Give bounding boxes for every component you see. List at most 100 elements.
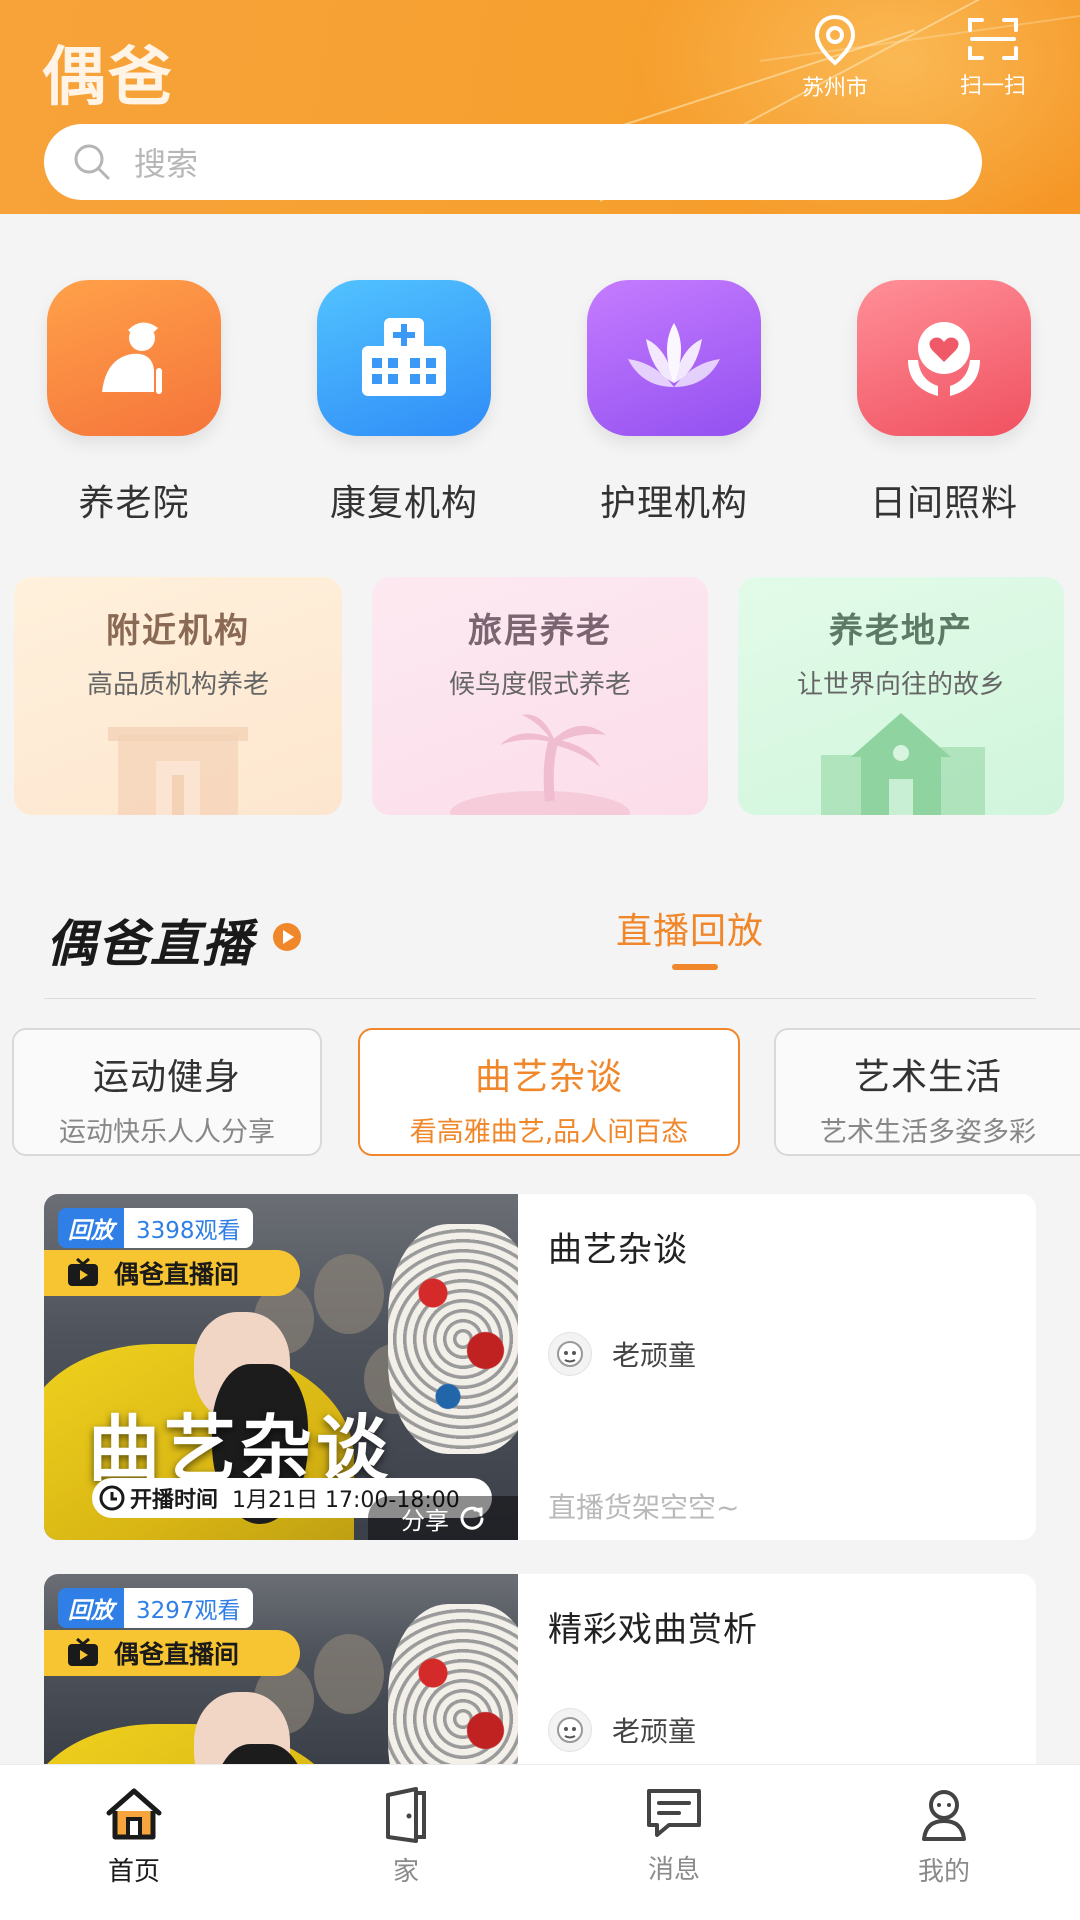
profile-icon (922, 1790, 966, 1841)
view-count: 3398观看 (124, 1208, 253, 1248)
pill-title: 艺术生活 (853, 1057, 1002, 1098)
thumbnail-background (314, 1254, 384, 1334)
video-thumbnail[interactable]: 回放 3398观看 偶爸直播间 曲艺杂谈 开播时间 1月21日 17:00-18… (44, 1194, 518, 1540)
nav-profile[interactable]: 我的 (874, 1785, 1014, 1888)
app-title: 偶爸 (42, 41, 174, 115)
live-section-title: 偶爸直播 (46, 915, 254, 973)
nav-label: 首页 (107, 1857, 160, 1887)
replay-badge: 回放 3297观看 (58, 1588, 253, 1628)
feature-card-travel[interactable]: 旅居养老 候鸟度假式养老 (372, 577, 708, 815)
category-grid: 养老院 康复机构 护理机构 日间照料 (0, 280, 1080, 540)
share-label: 分享 (401, 1506, 449, 1535)
location-button[interactable]: 苏州市 (780, 14, 890, 102)
shelf-status: 直播货架空空~ (548, 1491, 740, 1524)
video-title: 曲艺杂谈 (548, 1230, 688, 1270)
host-name: 老顽童 (612, 1339, 697, 1372)
play-icon (273, 923, 301, 951)
elder-avatar-icon (557, 1717, 583, 1743)
elderly-person-icon (102, 322, 162, 394)
category-label: 护理机构 (599, 483, 748, 524)
feature-card-nearby[interactable]: 附近机构 高品质机构养老 (14, 577, 342, 815)
search-input[interactable]: 搜索 (44, 124, 982, 200)
message-icon (647, 1789, 701, 1837)
house-icon (821, 713, 985, 815)
category-tile (857, 280, 1031, 436)
video-title: 精彩戏曲赏析 (548, 1610, 758, 1650)
filter-pill-art[interactable]: 艺术生活 艺术生活多姿多彩 (774, 1028, 1080, 1156)
category-tile (587, 280, 761, 436)
pill-subtitle: 看高雅曲艺,品人间百态 (409, 1117, 689, 1148)
building-icon (108, 727, 248, 815)
search-icon (74, 144, 110, 180)
video-info: 精彩戏曲赏析 老顽童 (548, 1574, 1036, 1764)
location-label: 苏州市 (801, 76, 868, 101)
feature-subtitle: 候鸟度假式养老 (448, 670, 631, 700)
video-card[interactable]: 回放 3398观看 偶爸直播间 曲艺杂谈 开播时间 1月21日 17:00-18… (44, 1194, 1036, 1540)
tv-icon (68, 1258, 98, 1286)
category-tile (47, 280, 221, 436)
share-button[interactable]: 分享 (368, 1496, 518, 1540)
category-label: 日间照料 (869, 483, 1018, 524)
elder-avatar-icon (557, 1341, 583, 1367)
host-info[interactable]: 老顽童 (548, 1332, 696, 1376)
nav-messages[interactable]: 消息 (604, 1785, 744, 1886)
video-thumbnail[interactable]: 回放 3297观看 偶爸直播间 (44, 1574, 518, 1764)
scan-label: 扫一扫 (959, 74, 1026, 99)
heart-hands-icon (908, 322, 980, 396)
filter-pill-opera[interactable]: 曲艺杂谈 看高雅曲艺,品人间百态 (358, 1028, 740, 1156)
avatar (548, 1708, 592, 1752)
replay-tag: 回放 (58, 1208, 124, 1248)
thumbnail-figure (388, 1604, 518, 1764)
replay-badge: 回放 3398观看 (58, 1208, 253, 1248)
filter-pill-sports[interactable]: 运动健身 运动快乐人人分享 (12, 1028, 322, 1156)
section-divider (44, 998, 1036, 999)
clock-icon (99, 1485, 125, 1511)
thumbnail-background (314, 1634, 384, 1714)
pill-title: 运动健身 (92, 1057, 241, 1098)
feature-title: 养老地产 (829, 611, 973, 651)
hospital-icon (362, 318, 446, 396)
location-pin-icon (814, 14, 856, 66)
nav-label: 家 (392, 1857, 419, 1887)
door-icon (386, 1787, 426, 1843)
search-placeholder: 搜索 (134, 145, 199, 183)
feature-title: 附近机构 (106, 611, 250, 651)
home-icon (106, 1788, 162, 1840)
pill-title: 曲艺杂谈 (474, 1057, 623, 1098)
live-room-label: 偶爸直播间 (114, 1640, 240, 1669)
feature-card-property[interactable]: 养老地产 让世界向往的故乡 (738, 577, 1064, 815)
tab-live-replay[interactable]: 直播回放 (616, 902, 764, 954)
pill-subtitle: 运动快乐人人分享 (59, 1117, 275, 1148)
category-tile (317, 280, 491, 436)
category-rehab[interactable]: 康复机构 (304, 280, 504, 526)
scan-icon (968, 18, 1018, 60)
nav-label: 消息 (647, 1855, 700, 1885)
live-room-badge: 偶爸直播间 (44, 1250, 300, 1296)
category-nursing-home[interactable]: 养老院 (34, 280, 234, 526)
category-label: 康复机构 (329, 483, 478, 524)
video-info: 曲艺杂谈 老顽童 直播货架空空~ (548, 1194, 1036, 1540)
nav-home[interactable]: 首页 (64, 1785, 204, 1888)
replay-tag: 回放 (58, 1588, 124, 1628)
nav-family[interactable]: 家 (336, 1785, 476, 1888)
host-name: 老顽童 (612, 1715, 697, 1748)
live-room-label: 偶爸直播间 (114, 1260, 240, 1289)
video-card[interactable]: 回放 3297观看 偶爸直播间 精彩戏曲赏析 老顽童 (44, 1574, 1036, 1764)
bottom-navigation: 首页 家 消息 我的 (0, 1764, 1080, 1920)
tv-icon (68, 1638, 98, 1666)
nav-label: 我的 (917, 1857, 970, 1887)
category-nursing[interactable]: 护理机构 (574, 280, 774, 526)
host-info[interactable]: 老顽童 (548, 1708, 696, 1752)
category-day-care[interactable]: 日间照料 (844, 280, 1044, 526)
live-room-badge: 偶爸直播间 (44, 1630, 300, 1676)
lotus-icon (628, 323, 720, 387)
share-icon (460, 1506, 484, 1530)
feature-subtitle: 高品质机构养老 (86, 670, 269, 700)
view-count: 3297观看 (124, 1588, 253, 1628)
broadcast-time-label: 开播时间 (130, 1488, 219, 1513)
scan-button[interactable]: 扫一扫 (938, 14, 1048, 100)
avatar (548, 1332, 592, 1376)
top-header: 偶爸 苏州市 扫一扫 搜索 (0, 0, 1080, 214)
tab-indicator (672, 964, 718, 970)
category-label: 养老院 (78, 483, 190, 524)
